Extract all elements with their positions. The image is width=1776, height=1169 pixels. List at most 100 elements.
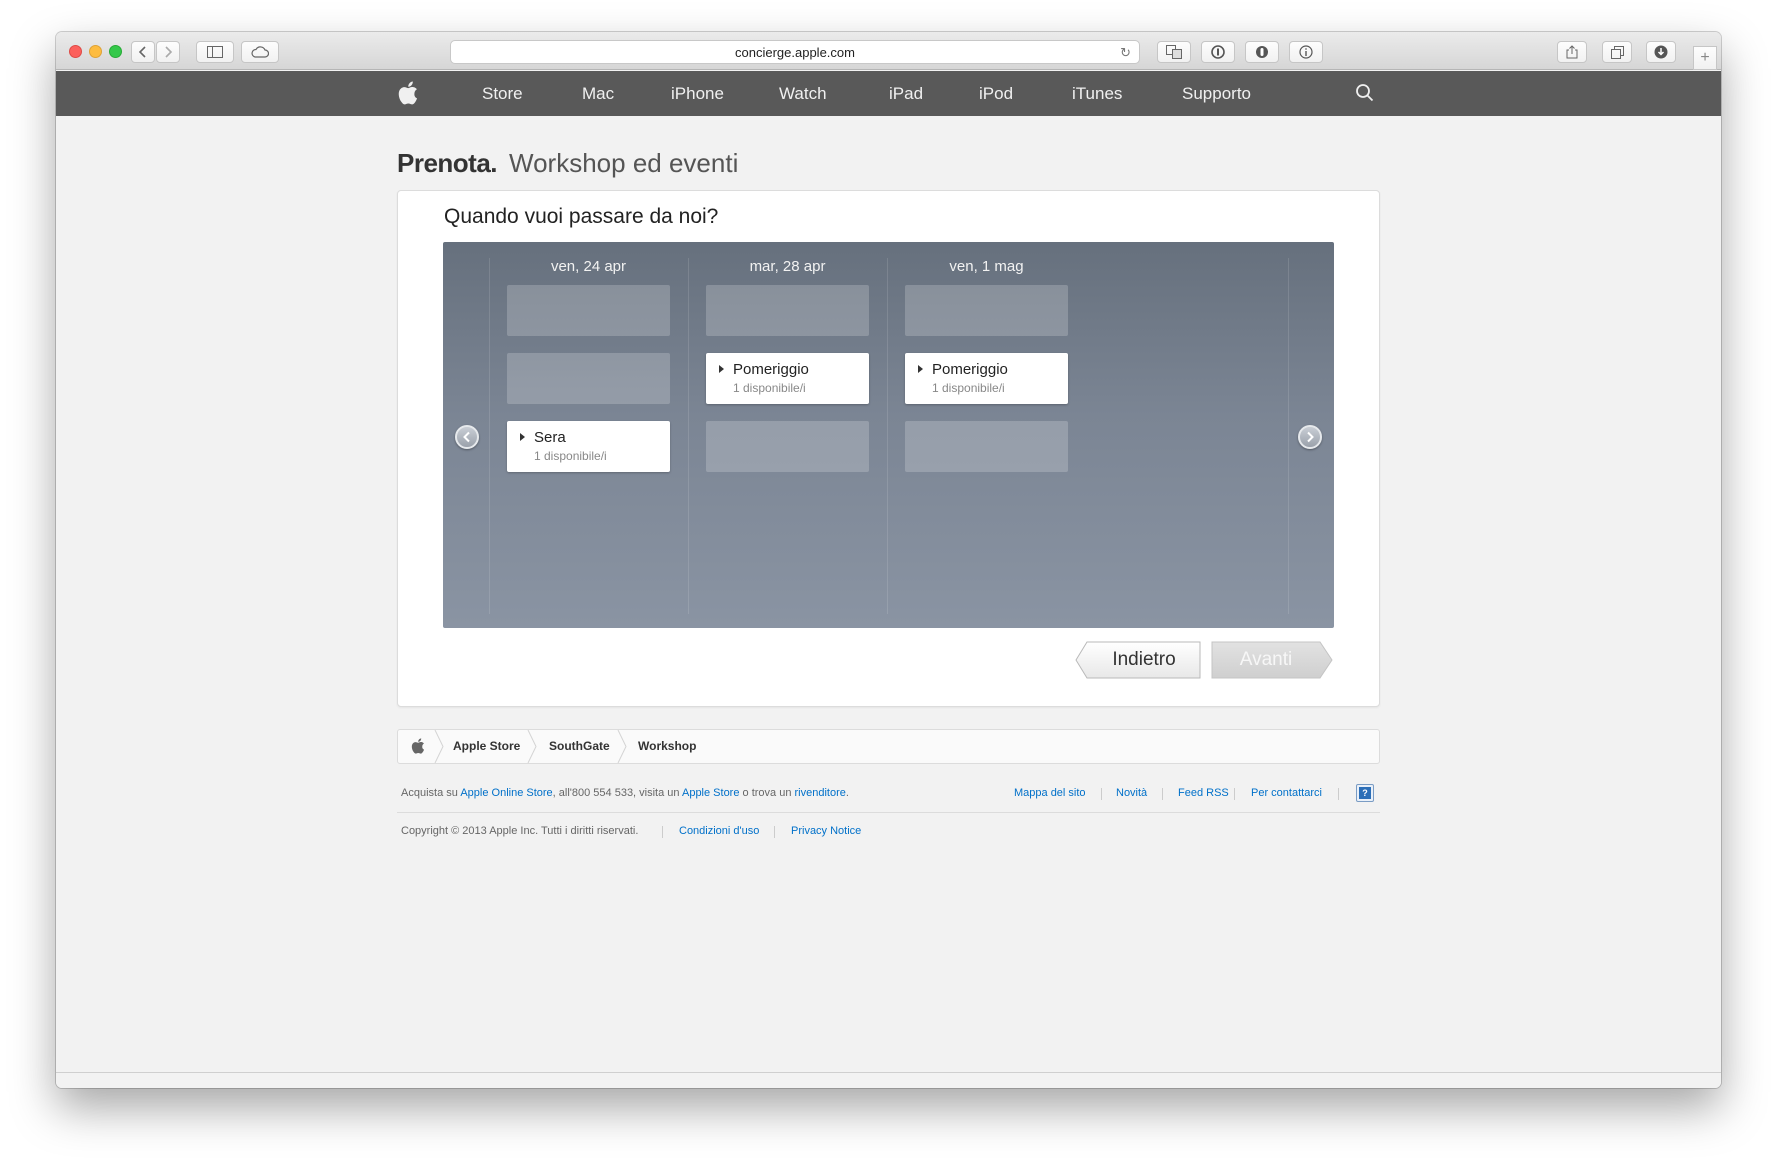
empty-slot [706, 285, 869, 336]
privacy-notice-link[interactable]: Privacy Notice [791, 825, 861, 837]
info-circle-icon [1211, 45, 1225, 59]
nav-item-itunes[interactable]: iTunes [1072, 71, 1122, 116]
back-nav-button[interactable] [131, 41, 155, 63]
window-bottom-edge [56, 1072, 1721, 1088]
footer-separator [662, 826, 663, 838]
breadcrumb-item-southgate[interactable]: SouthGate [549, 730, 610, 763]
footer-shop-mid: , all'800 554 533, visita un [552, 787, 682, 799]
search-icon[interactable] [1355, 83, 1375, 108]
time-slot-sera[interactable]: Sera 1 disponibile/i [507, 421, 670, 472]
breadcrumb-separator-icon [617, 730, 627, 763]
back-button[interactable]: Indietro [1075, 641, 1202, 679]
nav-item-ipad[interactable]: iPad [889, 71, 923, 116]
share-button[interactable] [1557, 41, 1587, 63]
close-window-button[interactable] [69, 45, 82, 58]
nav-item-mac[interactable]: Mac [582, 71, 614, 116]
time-slot-pomeriggio[interactable]: Pomeriggio 1 disponibile/i [706, 353, 869, 404]
footer-shop-text: Acquista su Apple Online Store, all'800 … [401, 787, 849, 799]
disclosure-triangle-icon [719, 365, 724, 373]
time-slot-pomeriggio[interactable]: Pomeriggio 1 disponibile/i [905, 353, 1068, 404]
reseller-link[interactable]: rivenditore [795, 787, 846, 799]
nav-item-watch[interactable]: Watch [779, 71, 827, 116]
day-label: mar, 28 apr [749, 258, 826, 275]
next-dates-button[interactable] [1298, 425, 1322, 449]
apple-logo-icon[interactable] [398, 81, 418, 110]
chevron-right-icon [1307, 431, 1314, 443]
disclosure-triangle-icon [520, 433, 525, 441]
browser-window: concierge.apple.com ↻ + Store Mac iPhone… [56, 32, 1721, 1088]
next-button[interactable]: Avanti [1211, 641, 1333, 679]
apple-online-store-link[interactable]: Apple Online Store [460, 787, 552, 799]
forward-nav-button[interactable] [156, 41, 180, 63]
page-title-strong: Prenota. [397, 148, 498, 178]
footer-shop-suffix: . [845, 787, 849, 799]
calendar-panel: ven, 24 apr Sera 1 disponibile/i mar, 28… [443, 242, 1334, 628]
plus-icon: + [1700, 49, 1710, 66]
previous-dates-button[interactable] [455, 425, 479, 449]
footer-separator [1101, 788, 1102, 800]
back-button-label: Indietro [1112, 649, 1176, 670]
apple-store-link[interactable]: Apple Store [682, 787, 739, 799]
new-tab-button[interactable]: + [1693, 46, 1717, 70]
footer-link-sitemap[interactable]: Mappa del sito [1014, 787, 1086, 799]
chevron-left-icon [463, 431, 470, 443]
page-title-light: Workshop ed eventi [509, 148, 739, 178]
info-extension-button[interactable] [1289, 41, 1323, 63]
breadcrumb-item-workshop: Workshop [638, 739, 697, 753]
empty-slot [706, 421, 869, 472]
footer-link-rss[interactable]: Feed RSS [1178, 787, 1229, 799]
zoom-window-button[interactable] [109, 45, 122, 58]
nav-item-iphone[interactable]: iPhone [671, 71, 724, 116]
slot-availability: 1 disponibile/i [733, 381, 806, 395]
empty-slot [905, 421, 1068, 472]
column-divider [688, 258, 689, 614]
day-label: ven, 1 mag [949, 258, 1024, 275]
sidebar-toggle-button[interactable] [196, 41, 234, 63]
show-all-tabs-button[interactable] [1602, 41, 1632, 63]
next-button-label: Avanti [1239, 649, 1293, 670]
address-bar[interactable]: concierge.apple.com ↻ [450, 40, 1140, 64]
terms-of-use-link[interactable]: Condizioni d'uso [679, 825, 759, 837]
downloads-button[interactable] [1646, 41, 1676, 63]
slot-availability: 1 disponibile/i [534, 449, 607, 463]
password-extension-button[interactable] [1201, 41, 1235, 63]
footer-link-news[interactable]: Novità [1116, 787, 1147, 799]
nav-item-store[interactable]: Store [482, 71, 523, 116]
empty-slot [507, 285, 670, 336]
breadcrumb-separator-icon [434, 730, 444, 763]
breadcrumb-item-apple-store[interactable]: Apple Store [453, 730, 520, 763]
apple-logo-icon[interactable] [411, 738, 425, 759]
download-icon [1654, 45, 1668, 59]
minimize-window-button[interactable] [89, 45, 102, 58]
footer-shop-prefix: Acquista su [401, 787, 461, 799]
chevron-right-icon [165, 46, 173, 58]
browser-titlebar: concierge.apple.com ↻ + [56, 32, 1721, 70]
footer-shop-mid2: o trova un [739, 787, 795, 799]
slot-name: Pomeriggio [733, 361, 809, 378]
global-nav: Store Mac iPhone Watch iPad iPod iTunes … [56, 71, 1721, 116]
copyright-text: Copyright © 2013 Apple Inc. Tutti i diri… [401, 825, 639, 837]
ghostery-extension-button[interactable] [1245, 41, 1279, 63]
footer-divider [397, 812, 1380, 813]
footer-separator [1338, 788, 1339, 800]
column-divider [1288, 258, 1289, 614]
icloud-tabs-button[interactable] [241, 41, 279, 63]
chevron-left-icon [138, 46, 146, 58]
url-text: concierge.apple.com [735, 44, 855, 60]
empty-slot [507, 353, 670, 404]
footer-separator [1234, 788, 1235, 800]
share-icon [1566, 45, 1578, 59]
nav-item-supporto[interactable]: Supporto [1182, 71, 1251, 116]
booking-card: Quando vuoi passare da noi? ven, 24 apr … [397, 190, 1380, 707]
day-label: ven, 24 apr [550, 258, 627, 275]
translate-extension-button[interactable] [1157, 41, 1191, 63]
ghost-icon [1256, 46, 1268, 58]
slot-name: Sera [534, 429, 566, 446]
reload-icon[interactable]: ↻ [1120, 45, 1131, 61]
nav-item-ipod[interactable]: iPod [979, 71, 1013, 116]
column-divider [489, 258, 490, 614]
help-icon[interactable]: ? [1356, 784, 1374, 802]
footer-link-contact[interactable]: Per contattarci [1251, 787, 1322, 799]
booking-question: Quando vuoi passare da noi? [444, 205, 719, 228]
column-divider [887, 258, 888, 614]
